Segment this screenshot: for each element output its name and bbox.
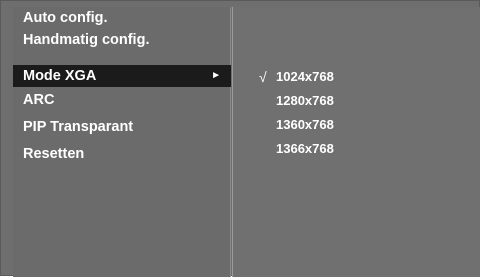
submenu-option-1366x768[interactable]: 1366x768	[233, 137, 480, 161]
submenu-panel: √ 1024x768 1280x768 1360x768 1366x768	[232, 7, 480, 277]
menu-item-label: PIP Transparant	[23, 119, 134, 135]
menu-item-label: Mode XGA	[23, 68, 97, 84]
menu-item-handmatig-config[interactable]: Handmatig config.	[13, 29, 231, 51]
menu-item-pip-transparant[interactable]: PIP Transparant	[13, 116, 231, 138]
submenu-option-label: 1024x768	[276, 69, 334, 84]
submenu-option-1360x768[interactable]: 1360x768	[233, 113, 480, 137]
menu-item-mode-xga[interactable]: Mode XGA ►	[13, 65, 231, 87]
menu-item-arc[interactable]: ARC	[13, 89, 231, 111]
submenu-option-1280x768[interactable]: 1280x768	[233, 89, 480, 113]
submenu-arrow-icon: ►	[211, 70, 221, 81]
main-menu-panel: Auto config. Handmatig config. Mode XGA …	[13, 7, 231, 277]
submenu-option-label: 1366x768	[276, 141, 334, 156]
checkmark-icon: √	[259, 69, 267, 85]
menu-item-label: Handmatig config.	[23, 32, 150, 48]
submenu-option-1024x768[interactable]: √ 1024x768	[233, 65, 480, 89]
osd-menu-frame: Auto config. Handmatig config. Mode XGA …	[0, 0, 480, 277]
menu-item-label: Resetten	[23, 146, 85, 162]
submenu-option-label: 1360x768	[276, 117, 334, 132]
submenu-option-label: 1280x768	[276, 93, 334, 108]
menu-item-label: ARC	[23, 92, 55, 108]
menu-item-auto-config[interactable]: Auto config.	[13, 7, 231, 29]
menu-item-label: Auto config.	[23, 10, 108, 26]
menu-item-resetten[interactable]: Resetten	[13, 143, 231, 165]
